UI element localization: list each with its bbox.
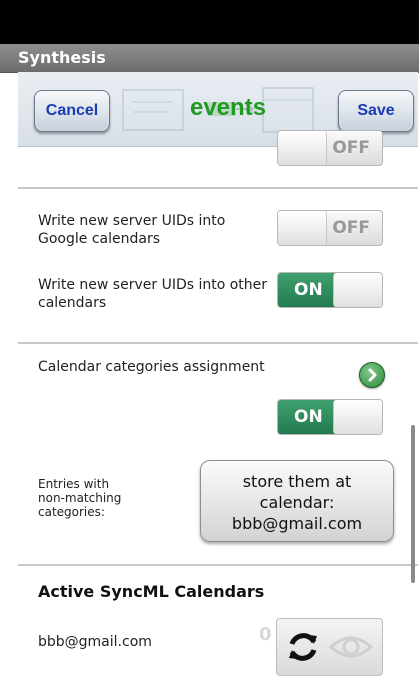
toggle-state-label: ON bbox=[294, 407, 323, 427]
toggle-knob bbox=[278, 131, 327, 165]
button-line: calendar: bbox=[259, 493, 335, 512]
section-divider bbox=[18, 342, 418, 344]
sync-controls bbox=[276, 618, 383, 676]
toggle-state-label: ON bbox=[294, 280, 323, 300]
non-matching-label: Entries with non-matching categories: bbox=[38, 477, 121, 519]
scrollbar[interactable] bbox=[411, 425, 415, 583]
section-divider bbox=[18, 564, 418, 566]
toggle-state-label: OFF bbox=[332, 138, 370, 158]
content-frame: Cancel events Save OFF Write new server … bbox=[18, 72, 418, 677]
write-google-label: Write new server UIDs into Google calend… bbox=[38, 212, 225, 248]
chevron-right-icon[interactable] bbox=[359, 362, 385, 388]
label-line: Write new server UIDs into other bbox=[38, 277, 268, 293]
screen-title: events bbox=[189, 94, 267, 121]
eye-icon[interactable] bbox=[329, 631, 373, 663]
toggle-knob bbox=[333, 400, 382, 434]
event-count: 0 bbox=[259, 624, 272, 645]
toggle-state-label: OFF bbox=[332, 218, 370, 238]
label-line: calendars bbox=[38, 295, 107, 311]
label-line: Google calendars bbox=[38, 231, 160, 247]
status-bar bbox=[0, 0, 419, 44]
button-line: store them at bbox=[242, 472, 352, 491]
category-assignment-label: Calendar categories assignment bbox=[38, 359, 265, 375]
label-line: non-matching bbox=[38, 491, 122, 505]
label-line: Entries with bbox=[38, 477, 110, 491]
store-calendar-button[interactable]: store them at calendar: bbb@gmail.com bbox=[200, 460, 394, 542]
calendar-account: bbb@gmail.com bbox=[38, 634, 152, 650]
category-assignment-toggle[interactable]: ON bbox=[277, 399, 383, 435]
write-other-toggle[interactable]: ON bbox=[277, 272, 383, 308]
partial-toggle[interactable]: OFF bbox=[277, 130, 383, 166]
cancel-button[interactable]: Cancel bbox=[34, 90, 110, 132]
chevron-right-glyph bbox=[368, 368, 377, 382]
save-button[interactable]: Save bbox=[338, 90, 414, 132]
toggle-knob bbox=[278, 211, 327, 245]
section-divider bbox=[18, 187, 418, 189]
label-line: categories: bbox=[38, 505, 105, 519]
active-calendars-heading: Active SyncML Calendars bbox=[38, 582, 265, 601]
label-line: Write new server UIDs into bbox=[38, 213, 226, 229]
button-line: bbb@gmail.com bbox=[231, 514, 363, 533]
toggle-knob bbox=[333, 273, 382, 307]
sync-icon[interactable] bbox=[283, 627, 323, 667]
write-google-toggle[interactable]: OFF bbox=[277, 210, 383, 246]
app-title: Synthesis bbox=[18, 48, 106, 67]
write-other-label: Write new server UIDs into other calenda… bbox=[38, 276, 267, 312]
app-title-bar: Synthesis bbox=[0, 44, 419, 73]
